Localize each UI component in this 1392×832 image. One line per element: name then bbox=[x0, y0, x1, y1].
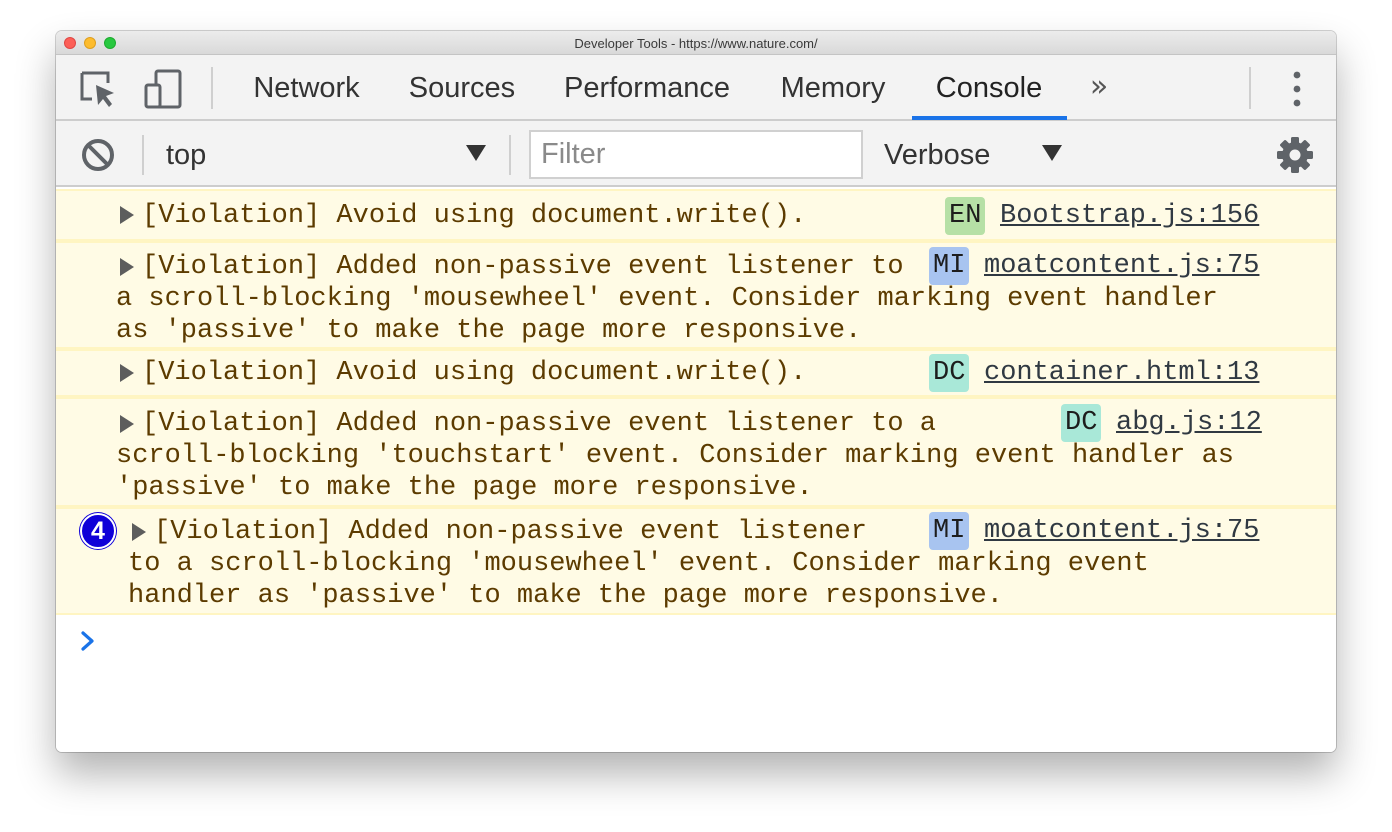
source-link[interactable]: container.html:13 bbox=[984, 354, 1259, 392]
context-badge: MI bbox=[929, 247, 970, 285]
expand-triangle-icon[interactable] bbox=[132, 523, 146, 541]
message-text: to a scroll-blocking 'mousewheel' event.… bbox=[128, 549, 1149, 579]
device-toolbar-icon[interactable] bbox=[144, 69, 184, 109]
message-text: as 'passive' to make the page more respo… bbox=[116, 316, 862, 346]
message-text: handler as 'passive' to make the page mo… bbox=[128, 581, 1003, 611]
expand-triangle-icon[interactable] bbox=[120, 258, 134, 276]
tab-sources[interactable]: Sources bbox=[402, 55, 522, 121]
expand-triangle-icon[interactable] bbox=[120, 415, 134, 433]
expand-triangle-icon[interactable] bbox=[120, 206, 134, 224]
console-message[interactable]: [Violation] Added non-passive event list… bbox=[56, 397, 1336, 507]
toolbar-divider bbox=[1249, 67, 1251, 109]
source-link[interactable]: Bootstrap.js:156 bbox=[1000, 197, 1259, 235]
tab-console[interactable]: Console bbox=[922, 55, 1056, 121]
console-prompt-chevron-icon[interactable] bbox=[78, 627, 100, 655]
repeat-count-badge: 4 bbox=[80, 513, 116, 549]
title-bar: Developer Tools - https://www.nature.com… bbox=[56, 31, 1336, 55]
console-message[interactable]: [Violation] Added non-passive event list… bbox=[56, 241, 1336, 349]
context-badge: DC bbox=[1061, 404, 1102, 442]
context-badge: EN bbox=[945, 197, 986, 235]
console-message[interactable]: [Violation] Avoid using document.write()… bbox=[56, 189, 1336, 241]
console-message[interactable]: [Violation] Avoid using document.write()… bbox=[56, 349, 1336, 397]
log-level-dropdown-arrow-icon[interactable] bbox=[1040, 141, 1064, 165]
message-text: [Violation] Avoid using document.write()… bbox=[142, 358, 807, 388]
tab-network[interactable]: Network bbox=[244, 55, 369, 121]
toolbar-divider bbox=[509, 135, 511, 175]
context-badge: MI bbox=[929, 512, 970, 550]
inspect-element-icon[interactable] bbox=[78, 69, 118, 109]
message-text: a scroll-blocking 'mousewheel' event. Co… bbox=[116, 284, 1218, 314]
clear-console-icon[interactable] bbox=[80, 137, 116, 173]
expand-triangle-icon[interactable] bbox=[120, 364, 134, 382]
window-title: Developer Tools - https://www.nature.com… bbox=[574, 36, 818, 51]
kebab-menu-icon[interactable] bbox=[1282, 69, 1312, 109]
context-badge: DC bbox=[929, 354, 970, 392]
tab-performance[interactable]: Performance bbox=[556, 55, 738, 121]
log-level-selector[interactable]: Verbose bbox=[884, 137, 990, 173]
source-link[interactable]: moatcontent.js:75 bbox=[984, 247, 1259, 285]
context-selector[interactable]: top bbox=[166, 137, 206, 173]
message-text: 'passive' to make the page more responsi… bbox=[116, 473, 813, 503]
console-toolbar: top Filter Verbose bbox=[56, 121, 1336, 187]
toolbar-divider bbox=[142, 135, 144, 175]
message-text: [Violation] Added non-passive event list… bbox=[142, 252, 904, 282]
message-text: [Violation] Added non-passive event list… bbox=[142, 409, 936, 439]
devtools-window: Developer Tools - https://www.nature.com… bbox=[56, 31, 1336, 752]
source-link[interactable]: moatcontent.js:75 bbox=[984, 512, 1259, 550]
panel-tab-bar: Network Sources Performance Memory Conso… bbox=[56, 55, 1336, 121]
active-tab-indicator bbox=[912, 116, 1067, 120]
message-text: [Violation] Avoid using document.write()… bbox=[142, 201, 807, 231]
filter-input[interactable]: Filter bbox=[529, 130, 863, 179]
message-text: [Violation] Added non-passive event list… bbox=[154, 517, 867, 547]
console-messages: [Violation] Avoid using document.write()… bbox=[56, 189, 1336, 752]
toolbar-divider bbox=[211, 67, 213, 109]
context-dropdown-arrow-icon[interactable] bbox=[464, 141, 488, 165]
tab-memory[interactable]: Memory bbox=[770, 55, 896, 121]
console-settings-gear-icon[interactable] bbox=[1276, 136, 1314, 174]
console-message[interactable]: 4 [Violation] Added non-passive event li… bbox=[56, 507, 1336, 615]
more-tabs-chevron-icon[interactable]: » bbox=[1082, 69, 1116, 105]
source-link[interactable]: abg.js:12 bbox=[1116, 404, 1262, 442]
message-text: scroll-blocking 'touchstart' event. Cons… bbox=[116, 441, 1234, 471]
